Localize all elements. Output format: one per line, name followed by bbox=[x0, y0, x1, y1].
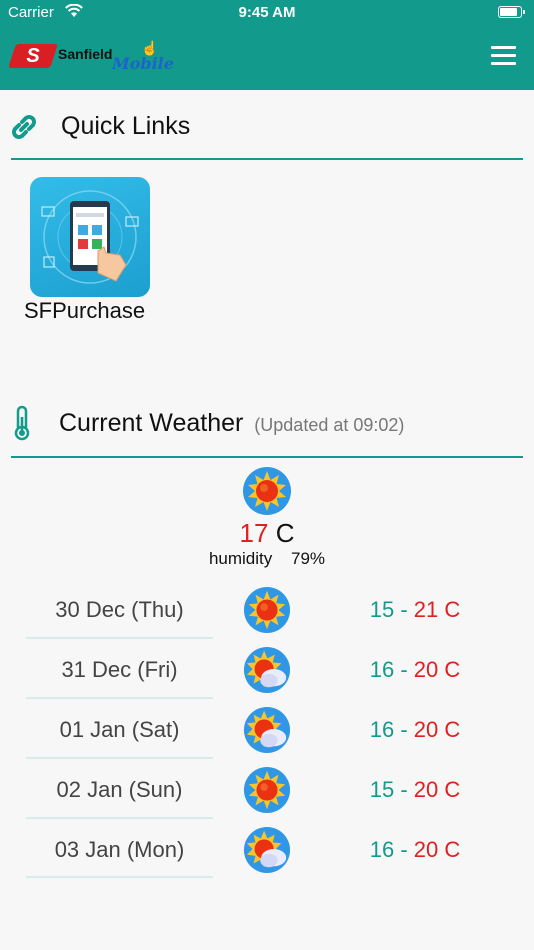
forecast-range: 16 - 20 C bbox=[369, 717, 461, 742]
forecast-day: 03 Jan (Mon) bbox=[54, 837, 185, 862]
quick-links-divider bbox=[11, 158, 523, 160]
current-temp-value: 17 bbox=[239, 518, 269, 548]
sun-cloud-icon bbox=[243, 706, 291, 754]
row-divider bbox=[26, 757, 213, 759]
forecast-high: 20 C bbox=[413, 657, 461, 682]
humidity-value: 79% bbox=[291, 549, 326, 568]
sfpurchase-label: SFPurchase bbox=[24, 298, 146, 323]
forecast-high: 20 C bbox=[413, 717, 461, 742]
forecast-day: 02 Jan (Sun) bbox=[56, 777, 183, 802]
forecast-low: 16 bbox=[369, 657, 395, 682]
sunny-icon bbox=[242, 466, 292, 516]
quick-links-title: Quick Links bbox=[61, 112, 191, 140]
row-divider bbox=[26, 697, 213, 699]
forecast-low: 16 bbox=[369, 717, 395, 742]
forecast-low: 16 bbox=[369, 837, 395, 862]
current-temperature: 17 C bbox=[0, 518, 534, 549]
forecast-low: 15 bbox=[369, 777, 395, 802]
thermometer-icon bbox=[12, 405, 32, 446]
current-weather-title: Current Weather (Updated at 09:02) bbox=[59, 409, 404, 438]
sfpurchase-app-button[interactable] bbox=[30, 177, 150, 297]
row-divider bbox=[26, 876, 213, 878]
forecast-low: 15 bbox=[369, 597, 395, 622]
current-temp-unit: C bbox=[275, 518, 295, 548]
humidity-label: humidity bbox=[208, 549, 273, 568]
sunny-icon bbox=[243, 586, 291, 634]
forecast-range: 16 - 20 C bbox=[369, 657, 461, 682]
forecast-high: 20 C bbox=[413, 777, 461, 802]
forecast-high: 21 C bbox=[413, 597, 461, 622]
updated-time: (Updated at 09:02) bbox=[254, 415, 405, 435]
forecast-high: 20 C bbox=[413, 837, 461, 862]
forecast-day: 31 Dec (Fri) bbox=[61, 657, 178, 682]
forecast-range: 16 - 20 C bbox=[369, 837, 461, 862]
logo-name: Sanfield bbox=[58, 46, 113, 62]
status-time: 9:45 AM bbox=[238, 4, 296, 21]
forecast-day: 30 Dec (Thu) bbox=[55, 597, 184, 622]
humidity-readout: humidity 79% bbox=[0, 549, 534, 569]
current-weather-label: Current Weather bbox=[59, 409, 244, 437]
purchase-app-icon bbox=[41, 190, 139, 284]
row-divider bbox=[26, 637, 213, 639]
sun-cloud-icon bbox=[243, 826, 291, 874]
sanfield-mobile-logo: S Sanfield Mobile ☝ bbox=[8, 40, 174, 74]
link-icon bbox=[8, 111, 40, 148]
row-divider bbox=[26, 817, 213, 819]
hamburger-menu-icon[interactable] bbox=[491, 46, 516, 66]
app-header: Carrier 9:45 AM S Sanfield Mobile ☝ bbox=[0, 0, 534, 90]
sunny-icon bbox=[243, 766, 291, 814]
battery-icon bbox=[498, 6, 525, 18]
forecast-day: 01 Jan (Sat) bbox=[59, 717, 180, 742]
weather-divider bbox=[11, 456, 523, 458]
logo-mark: S bbox=[8, 44, 58, 68]
status-bar: Carrier 9:45 AM bbox=[0, 0, 534, 26]
forecast-range: 15 - 21 C bbox=[369, 597, 461, 622]
forecast-range: 15 - 20 C bbox=[369, 777, 461, 802]
pointer-hand-icon: ☝ bbox=[141, 40, 159, 56]
sun-cloud-icon bbox=[243, 646, 291, 694]
